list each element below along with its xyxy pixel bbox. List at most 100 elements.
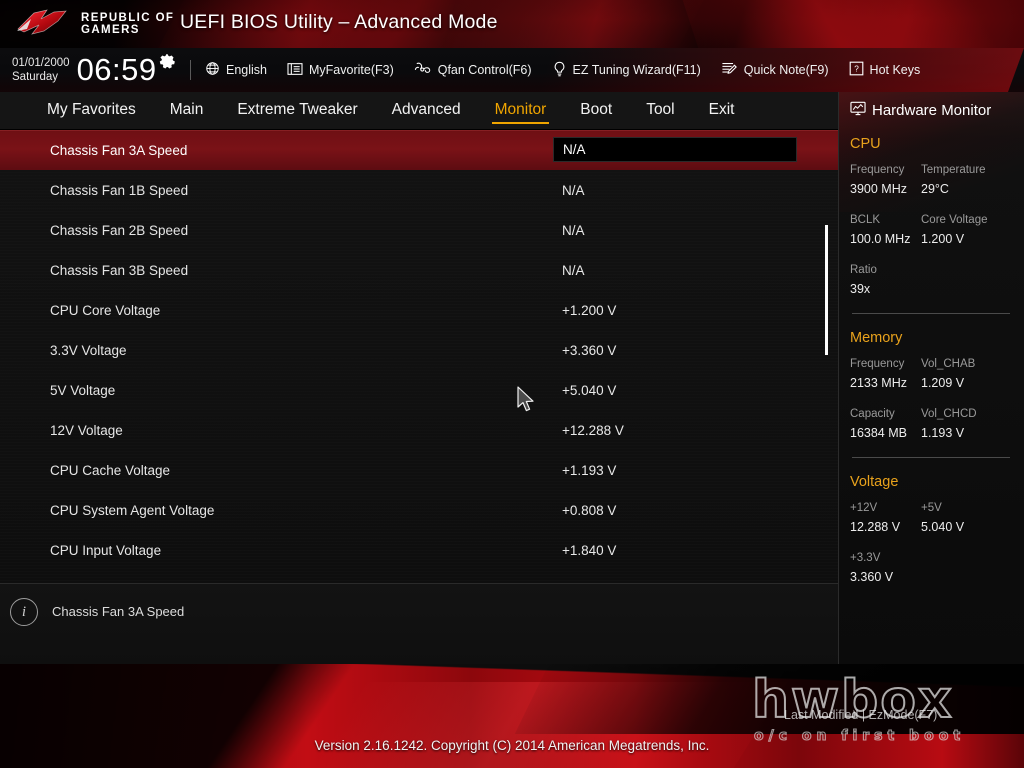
hw-key: Vol_CHCD: [921, 408, 977, 421]
settings-list: Chassis Fan 3A Speed N/A Chassis Fan 1B …: [0, 130, 838, 583]
hw-divider: [852, 313, 1010, 315]
row-label: CPU Cache Voltage: [50, 462, 171, 478]
toolbar-language-label: English: [226, 63, 267, 77]
hw-divider: [852, 457, 1010, 459]
fan-icon: [414, 61, 432, 79]
tab-main[interactable]: Main: [153, 98, 221, 123]
table-row[interactable]: 3.3V Voltage +3.360 V: [0, 330, 838, 370]
hw-key: +5V: [921, 502, 942, 515]
app-title: UEFI BIOS Utility – Advanced Mode: [180, 11, 498, 33]
tab-exit[interactable]: Exit: [692, 98, 752, 123]
tab-tool[interactable]: Tool: [629, 98, 691, 123]
hw-cell: Frequency 3900 MHz: [850, 163, 921, 198]
lightbulb-icon: [552, 61, 567, 80]
tab-my-favorites[interactable]: My Favorites: [30, 98, 153, 123]
hw-value: 16384 MB: [850, 425, 907, 440]
hw-section-voltage: Voltage +12V 12.288 V +5V 5.040 V +3.3V …: [838, 474, 1024, 586]
hw-value: 3900 MHz: [850, 181, 907, 196]
hw-value: 39x: [850, 281, 871, 296]
tab-monitor[interactable]: Monitor: [478, 98, 564, 124]
hw-value: 12.288 V: [850, 519, 901, 534]
hw-key: Vol_CHAB: [921, 358, 976, 371]
hardware-monitor-panel: Hardware Monitor CPU Frequency 3900 MHz …: [838, 92, 1024, 664]
row-label: CPU Core Voltage: [50, 302, 161, 318]
hw-section-voltage-title: Voltage: [850, 474, 899, 491]
table-row[interactable]: Chassis Fan 3A Speed N/A: [0, 130, 838, 170]
hw-key: Frequency: [850, 358, 905, 371]
header-banner: REPUBLIC OF GAMERS UEFI BIOS Utility – A…: [0, 0, 1024, 48]
table-row[interactable]: Chassis Fan 2B Speed N/A: [0, 210, 838, 250]
toolbar-hotkeys-label: Hot Keys: [869, 63, 921, 77]
row-value: +12.288 V: [562, 422, 624, 438]
hw-cell: BCLK 100.0 MHz: [850, 213, 921, 248]
row-value: +1.200 V: [562, 302, 617, 318]
toolbar-myfavorite-button[interactable]: MyFavorite(F3): [287, 62, 394, 79]
table-row[interactable]: Chassis Fan 3B Speed N/A: [0, 250, 838, 290]
hw-cell: +5V 5.040 V: [921, 501, 992, 536]
hw-key: +3.3V: [850, 552, 881, 565]
date-block: 01/01/2000 Saturday: [12, 57, 70, 84]
hw-value: 1.200 V: [921, 231, 965, 246]
hw-row: Frequency 3900 MHz Temperature 29°C: [850, 163, 1012, 198]
toolbar-qfan-button[interactable]: Qfan Control(F6): [414, 61, 532, 79]
row-value-field[interactable]: N/A: [553, 137, 797, 162]
question-box-icon: ?: [849, 61, 864, 79]
toolbar-items: English MyFavorite(F3) Qfan Control(F6) …: [205, 48, 920, 92]
hw-cell: Temperature 29°C: [921, 163, 992, 198]
hw-cell: Core Voltage 1.200 V: [921, 213, 992, 248]
hw-row: Ratio 39x: [850, 263, 1012, 298]
list-scrollbar[interactable]: [824, 130, 829, 583]
toolbar-quicknote-button[interactable]: Quick Note(F9): [721, 61, 829, 79]
top-toolbar: 01/01/2000 Saturday 06:59 English MyFavo…: [0, 48, 1024, 92]
row-value: +1.840 V: [562, 542, 617, 558]
rog-line-2: GAMERS: [81, 24, 140, 36]
row-value: +0.808 V: [562, 502, 617, 518]
hw-section-cpu-title: CPU: [850, 136, 881, 152]
info-icon: i: [10, 598, 38, 626]
toolbar-hotkeys-button[interactable]: ? Hot Keys: [849, 61, 921, 79]
table-row[interactable]: CPU Input Voltage +1.840 V: [0, 530, 838, 570]
table-row[interactable]: DRAM Voltage(CHA, CHB) +1.200 V: [0, 570, 838, 584]
hw-section-cpu: CPU Frequency 3900 MHz Temperature 29°C …: [838, 136, 1024, 315]
current-weekday: Saturday: [12, 70, 59, 83]
hw-value: 100.0 MHz: [850, 231, 911, 246]
hw-value: 5.040 V: [921, 519, 965, 534]
hw-row: Capacity 16384 MB Vol_CHCD 1.193 V: [850, 407, 1012, 442]
gear-icon[interactable]: [159, 53, 176, 75]
table-row[interactable]: CPU Core Voltage +1.200 V: [0, 290, 838, 330]
toolbar-language-button[interactable]: English: [205, 61, 267, 79]
row-label: 12V Voltage: [50, 422, 123, 438]
toolbar-divider: [190, 60, 191, 80]
note-pencil-icon: [721, 61, 738, 79]
hw-row: +12V 12.288 V +5V 5.040 V: [850, 501, 1012, 536]
help-inner: i Chassis Fan 3A Speed: [10, 598, 184, 626]
footer-hint[interactable]: Last Modified | EzMode(F7): [784, 708, 937, 722]
hw-cell: +3.3V 3.360 V: [850, 551, 921, 586]
table-row[interactable]: CPU Cache Voltage +1.193 V: [0, 450, 838, 490]
row-label: CPU System Agent Voltage: [50, 502, 215, 518]
table-row[interactable]: Chassis Fan 1B Speed N/A: [0, 170, 838, 210]
bios-screen: REPUBLIC OF GAMERS UEFI BIOS Utility – A…: [0, 0, 1024, 768]
row-value: N/A: [562, 182, 585, 198]
table-row[interactable]: 12V Voltage +12.288 V: [0, 410, 838, 450]
tab-advanced[interactable]: Advanced: [375, 98, 478, 123]
tab-extreme-tweaker[interactable]: Extreme Tweaker: [220, 98, 374, 123]
hw-row: +3.3V 3.360 V: [850, 551, 1012, 586]
scrollbar-thumb[interactable]: [825, 225, 828, 355]
row-value: +5.040 V: [562, 382, 617, 398]
hw-key: Capacity: [850, 408, 895, 421]
clock-group: 01/01/2000 Saturday 06:59: [12, 51, 176, 85]
row-label: Chassis Fan 2B Speed: [50, 222, 189, 238]
help-bar: i Chassis Fan 3A Speed: [0, 583, 838, 664]
table-row[interactable]: 5V Voltage +5.040 V: [0, 370, 838, 410]
tab-boot[interactable]: Boot: [563, 98, 629, 123]
rog-eye-logo-icon: [14, 7, 72, 42]
hw-section-memory: Memory Frequency 2133 MHz Vol_CHAB 1.209…: [838, 330, 1024, 459]
hw-key: Core Voltage: [921, 214, 988, 227]
hw-cell: Vol_CHAB 1.209 V: [921, 357, 992, 392]
hw-key: Temperature: [921, 164, 986, 176]
toolbar-eztuning-button[interactable]: EZ Tuning Wizard(F11): [552, 61, 701, 80]
row-value: N/A: [562, 262, 585, 278]
table-row[interactable]: CPU System Agent Voltage +0.808 V: [0, 490, 838, 530]
svg-text:?: ?: [854, 65, 859, 74]
